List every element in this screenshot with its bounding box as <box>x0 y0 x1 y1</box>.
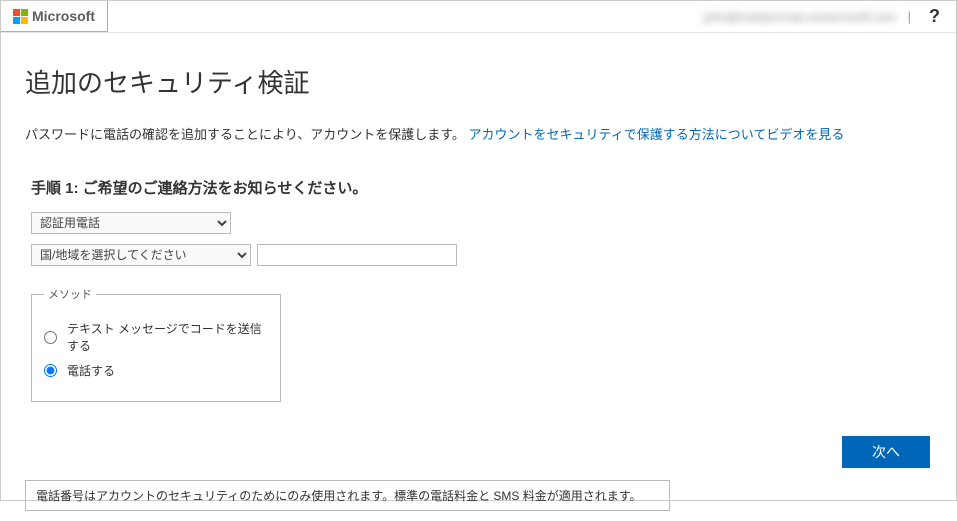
action-row: 次へ <box>25 436 932 468</box>
header-divider: | <box>908 9 911 24</box>
phone-notice: 電話番号はアカウントのセキュリティのためにのみ使用されます。標準の電話料金と S… <box>25 480 670 511</box>
header-right: john@martymcnair.onmicrosoft.com | ? <box>704 6 946 27</box>
description-video-link[interactable]: アカウントをセキュリティで保護する方法についてビデオを見る <box>469 127 845 142</box>
radio-row-call: 電話する <box>44 362 268 379</box>
method-fieldset: メソッド テキスト メッセージでコードを送信する 電話する <box>31 286 281 402</box>
header-left: Microsoft <box>1 1 108 32</box>
page-description: パスワードに電話の確認を追加することにより、アカウントを保護します。 アカウント… <box>25 124 932 143</box>
phone-number-input[interactable] <box>257 244 457 266</box>
radio-call[interactable] <box>44 364 57 377</box>
step-1-heading: 手順 1: ご希望のご連絡方法をお知らせください。 <box>31 177 932 198</box>
user-email: john@martymcnair.onmicrosoft.com <box>704 10 896 24</box>
radio-sms[interactable] <box>44 331 57 344</box>
region-select[interactable]: 国/地域を選択してください <box>31 244 251 266</box>
radio-row-sms: テキスト メッセージでコードを送信する <box>44 320 268 354</box>
region-phone-row: 国/地域を選択してください <box>31 244 932 266</box>
method-legend: メソッド <box>44 286 96 302</box>
header-bar: Microsoft john@martymcnair.onmicrosoft.c… <box>1 1 956 33</box>
help-icon[interactable]: ? <box>923 6 946 27</box>
next-button[interactable]: 次へ <box>842 436 930 468</box>
microsoft-logo-text: Microsoft <box>32 8 95 24</box>
auth-method-select[interactable]: 認証用電話 <box>31 212 231 234</box>
page-title: 追加のセキュリティ検証 <box>25 63 932 100</box>
description-text: パスワードに電話の確認を追加することにより、アカウントを保護します。 <box>25 127 465 142</box>
radio-call-label[interactable]: 電話する <box>67 362 115 379</box>
radio-sms-label[interactable]: テキスト メッセージでコードを送信する <box>67 320 268 354</box>
microsoft-logo[interactable]: Microsoft <box>1 1 108 32</box>
auth-method-row: 認証用電話 <box>31 212 932 234</box>
microsoft-logo-icon <box>13 9 28 24</box>
main-content: 追加のセキュリティ検証 パスワードに電話の確認を追加することにより、アカウントを… <box>1 33 956 521</box>
